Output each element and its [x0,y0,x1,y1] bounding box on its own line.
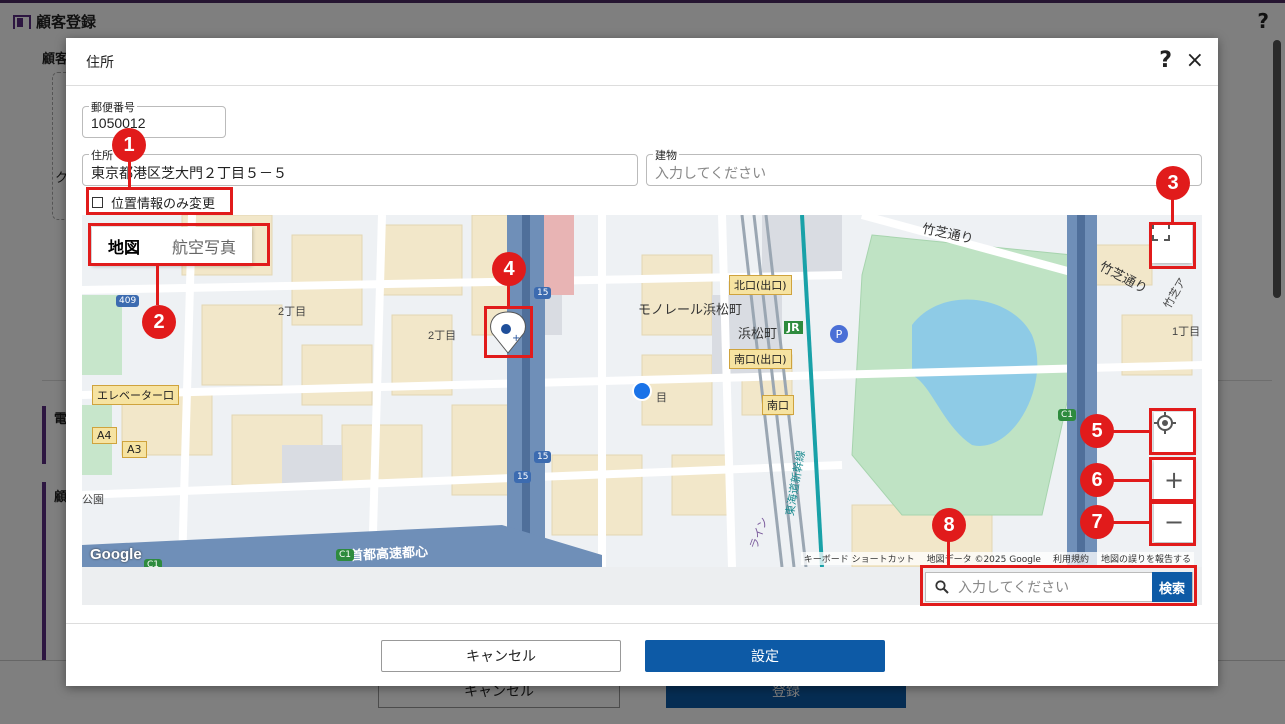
annotation-connector [156,265,159,305]
map-badge-north-exit: 北口(出口) [729,275,792,295]
map-label-expressway: 首都高速都心 [349,543,429,564]
annotation-number: 5 [1080,414,1114,448]
route-409-badge: 409 [116,295,140,307]
map-badge-a4: A4 [92,427,117,444]
dialog-title: 住所 [86,54,114,71]
annotation-highlight [86,187,233,215]
dialog-help-icon[interactable]: ? [1159,48,1172,73]
annotation-highlight [1149,457,1196,504]
map-label-1chome: 1丁目 [1172,326,1201,338]
annotation-number: 6 [1080,463,1114,497]
map-label-2chome: 2丁目 [428,330,457,342]
building-placeholder: 入力してください [655,165,767,181]
set-button[interactable]: 設定 [645,640,885,672]
close-icon[interactable]: × [1186,48,1204,73]
map-label-chome: 目 [656,392,667,404]
postal-code-label: 郵便番号 [89,99,137,115]
jr-icon: JR [784,321,803,334]
annotation-highlight [1149,222,1196,269]
address-field[interactable]: 住所 東京都港区芝大門２丁目５－５ [82,147,638,186]
annotation-number: 3 [1156,166,1190,200]
annotation-highlight [920,565,1197,606]
annotation-connector [947,540,950,566]
map-badge-south-exit-exit: 南口(出口) [729,349,792,369]
address-value: 東京都港区芝大門２丁目５－５ [91,165,287,181]
annotation-connector [1171,196,1174,223]
dialog-footer [66,623,1218,686]
annotation-connector [1112,479,1150,482]
terms-link[interactable]: 利用規約 [1053,552,1089,565]
map-label-monorail: モノレール浜松町 [638,302,743,317]
map-label-2chome: 2丁目 [278,306,307,318]
dialog-header: 住所 ? × [66,38,1218,86]
route-15-badge: 15 [514,471,532,483]
map-badge-elevator: エレベーター口 [92,385,179,405]
map-canvas: + [82,215,1202,567]
annotation-highlight [88,223,270,266]
route-c1-badge: C1 [1058,409,1077,421]
map-view[interactable]: + 竹芝通り 竹芝通り 竹芝ア 1丁目 2丁目 2丁目 目 モノレール浜松町 浜… [82,215,1202,567]
annotation-number: 4 [492,252,526,286]
route-c1-badge: C1 [144,559,163,567]
map-badge-south-exit: 南口 [762,395,794,415]
map-badge-a3: A3 [122,441,147,458]
map-label-park: 公園 [82,494,104,506]
annotation-number: 1 [112,128,146,162]
annotation-connector [1112,521,1150,524]
postal-code-value: 1050012 [91,115,146,131]
annotation-highlight [1149,499,1196,546]
annotation-highlight [1149,408,1196,455]
map-data-text: 地図データ ©2025 Google [926,555,1041,565]
annotation-connector [128,160,131,188]
google-logo: Google [90,546,142,563]
map-label-hamamatsucho: 浜松町 [738,326,778,341]
report-error-link[interactable]: 地図の誤りを報告する [1101,552,1191,565]
route-c1-badge: C1 [336,549,355,561]
annotation-number: 8 [932,508,966,542]
route-15-badge: 15 [534,287,552,299]
keyboard-shortcuts-link[interactable]: キーボード ショートカット [804,552,915,565]
map-attribution: キーボード ショートカット 地図データ ©2025 Google 利用規約 地図… [800,552,1194,565]
annotation-number: 7 [1080,505,1114,539]
parking-icon: P [830,325,848,343]
annotation-number: 2 [142,305,176,339]
cancel-button[interactable]: キャンセル [381,640,621,672]
annotation-connector [1112,430,1150,433]
building-field[interactable]: 建物 入力してください [646,147,1202,186]
address-label: 住所 [89,147,115,163]
route-15-badge: 15 [534,451,552,463]
building-label: 建物 [653,147,679,163]
annotation-highlight [484,306,533,358]
postal-code-field[interactable]: 郵便番号 1050012 [82,99,226,138]
